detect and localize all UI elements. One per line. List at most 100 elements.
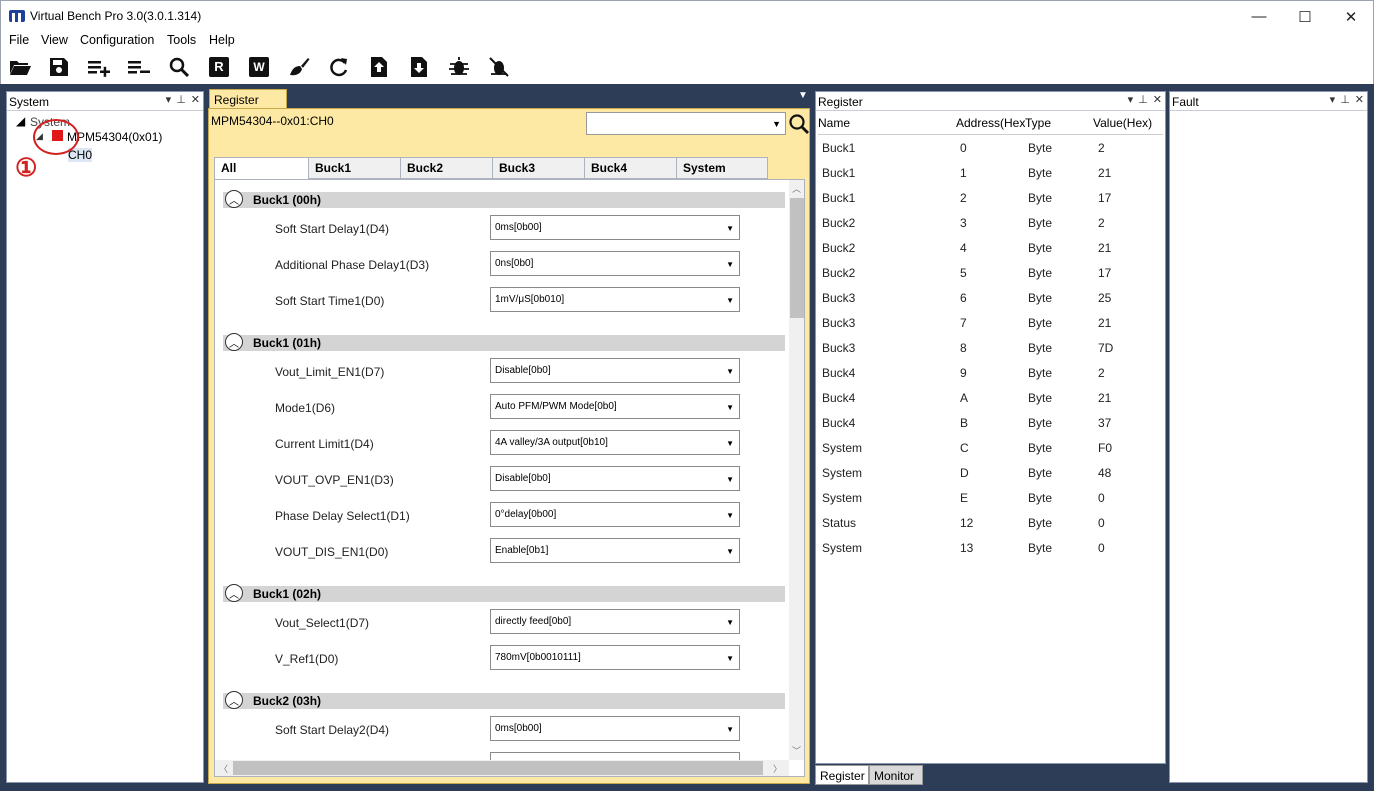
panel-menu-icon[interactable]: ▾	[1128, 93, 1134, 106]
tab-monitor[interactable]: Monitor	[869, 765, 923, 785]
field-select[interactable]: Auto PFM/PWM Mode[0b0] ▼	[490, 394, 740, 419]
table-row[interactable]: Buck4 A Byte 21	[818, 391, 1163, 416]
field-select[interactable]: 780mV[0b0010111] ▼	[490, 645, 740, 670]
field-select[interactable]: directly feed[0b0] ▼	[490, 609, 740, 634]
table-row[interactable]: Buck3 7 Byte 21	[818, 316, 1163, 341]
field-select[interactable]: Disable[0b0] ▼	[490, 358, 740, 383]
table-row[interactable]: System C Byte F0	[818, 441, 1163, 466]
field-select[interactable]: Enable[0b1] ▼	[490, 538, 740, 563]
tab-buck2[interactable]: Buck2	[400, 157, 493, 179]
tab-all[interactable]: All	[214, 157, 309, 180]
table-row[interactable]: Status 12 Byte 0	[818, 516, 1163, 541]
vertical-scrollbar[interactable]: ︿ ﹀	[789, 180, 804, 760]
cell-name: Buck3	[822, 341, 856, 355]
scroll-down-icon[interactable]: ﹀	[792, 744, 801, 757]
write-icon[interactable]: W	[247, 55, 271, 79]
refresh-icon[interactable]	[327, 55, 351, 79]
field-label: Mode1(D6)	[275, 401, 336, 415]
tab-buck4[interactable]: Buck4	[584, 157, 677, 179]
minimize-button[interactable]: —	[1236, 1, 1282, 32]
menu-configuration[interactable]: Configuration	[80, 33, 154, 47]
read-icon[interactable]: R	[207, 55, 231, 79]
panel-close-icon[interactable]: ✕	[1355, 93, 1364, 106]
tree-device[interactable]: MPM54304(0x01)	[67, 130, 162, 144]
panel-close-icon[interactable]: ✕	[1153, 93, 1162, 106]
collapse-icon[interactable]: ︿	[225, 333, 243, 351]
field-select[interactable]: 4A valley/3A output[0b10] ▼	[490, 430, 740, 455]
table-row[interactable]: Buck2 3 Byte 2	[818, 216, 1163, 241]
chevron-down-icon: ▼	[726, 224, 734, 233]
search-combobox[interactable]: ▼	[586, 112, 786, 135]
pin-icon[interactable]: ⊥	[1138, 93, 1148, 106]
panel-menu-icon[interactable]: ▾	[166, 93, 172, 106]
menu-file[interactable]: File	[9, 33, 29, 47]
pin-icon[interactable]: ⊥	[1340, 93, 1350, 106]
column-header[interactable]: Value(Hex)	[1093, 116, 1152, 130]
read-icon-label: R	[209, 57, 229, 77]
table-row[interactable]: System 13 Byte 0	[818, 541, 1163, 566]
open-folder-icon[interactable]	[8, 55, 32, 79]
cell-value: 25	[1098, 291, 1112, 305]
field-select[interactable]: 0°delay[0b00] ▼	[490, 502, 740, 527]
collapse-icon[interactable]: ︿	[225, 190, 243, 208]
remove-list-icon[interactable]	[127, 55, 151, 79]
table-row[interactable]: Buck1 0 Byte 2	[818, 141, 1163, 166]
table-row[interactable]: System E Byte 0	[818, 491, 1163, 516]
table-row[interactable]: Buck3 8 Byte 7D	[818, 341, 1163, 366]
tab-buck3[interactable]: Buck3	[492, 157, 585, 179]
scroll-up-icon[interactable]: ︿	[792, 182, 801, 195]
horizontal-scrollbar[interactable]: 〈 〉	[215, 760, 789, 776]
table-header: Name Address(Hex Type Value(Hex)	[818, 113, 1163, 135]
collapse-icon[interactable]: ︿	[225, 584, 243, 602]
search-icon[interactable]	[788, 113, 810, 135]
table-row[interactable]: Buck3 6 Byte 25	[818, 291, 1163, 316]
tab-buck1[interactable]: Buck1	[308, 157, 401, 179]
scroll-thumb[interactable]	[233, 761, 763, 775]
field-select[interactable]: Disable[0b0] ▼	[490, 466, 740, 491]
column-header[interactable]: Address(Hex	[956, 116, 1026, 130]
doc-menu-icon[interactable]: ▼	[798, 90, 808, 101]
collapse-icon[interactable]: ︿	[225, 691, 243, 709]
column-header[interactable]: Name	[818, 116, 850, 130]
tree-expand-icon[interactable]: ◢	[16, 114, 25, 128]
table-row[interactable]: Buck1 2 Byte 17	[818, 191, 1163, 216]
maximize-button[interactable]: ☐	[1282, 1, 1328, 32]
table-row[interactable]: Buck2 5 Byte 17	[818, 266, 1163, 291]
scroll-thumb[interactable]	[790, 198, 804, 318]
field-select[interactable]: 0ns[0b0] ▼	[490, 251, 740, 276]
search-icon[interactable]	[167, 55, 191, 79]
field-select[interactable]: 0ms[0b00] ▼	[490, 716, 740, 741]
table-row[interactable]: System D Byte 48	[818, 466, 1163, 491]
field-select[interactable]: 1mV/μS[0b010] ▼	[490, 287, 740, 312]
tab-register[interactable]: Register	[815, 765, 869, 785]
table-row[interactable]: Buck4 9 Byte 2	[818, 366, 1163, 391]
annotation-circle	[33, 119, 79, 155]
cell-address: E	[960, 491, 969, 505]
clear-icon[interactable]	[287, 55, 311, 79]
save-icon[interactable]	[47, 55, 71, 79]
scroll-left-icon[interactable]: 〈	[219, 762, 228, 775]
menu-view[interactable]: View	[41, 33, 68, 47]
table-row[interactable]: Buck4 B Byte 37	[818, 416, 1163, 441]
panel-close-icon[interactable]: ✕	[191, 93, 200, 106]
menu-help[interactable]: Help	[209, 33, 235, 47]
field-select[interactable]: 0ms[0b00] ▼	[490, 215, 740, 240]
panel-menu-icon[interactable]: ▾	[1330, 93, 1336, 106]
download-icon[interactable]	[407, 55, 431, 79]
cell-address: 6	[960, 291, 967, 305]
pin-icon[interactable]: ⊥	[176, 93, 186, 106]
scroll-right-icon[interactable]: 〉	[773, 762, 782, 775]
column-header[interactable]: Type	[1025, 116, 1051, 130]
tab-register-map[interactable]: Register Map	[209, 89, 287, 121]
chevron-down-icon[interactable]: ▼	[772, 119, 781, 129]
table-row[interactable]: Buck1 1 Byte 21	[818, 166, 1163, 191]
no-debug-icon[interactable]	[487, 55, 511, 79]
menu-tools[interactable]: Tools	[167, 33, 196, 47]
close-button[interactable]: ✕	[1328, 1, 1374, 32]
table-row[interactable]: Buck2 4 Byte 21	[818, 241, 1163, 266]
upload-icon[interactable]	[367, 55, 391, 79]
debug-icon[interactable]	[447, 55, 471, 79]
add-list-icon[interactable]	[87, 55, 111, 79]
tab-system[interactable]: System	[676, 157, 768, 179]
cell-value: 17	[1098, 191, 1112, 205]
